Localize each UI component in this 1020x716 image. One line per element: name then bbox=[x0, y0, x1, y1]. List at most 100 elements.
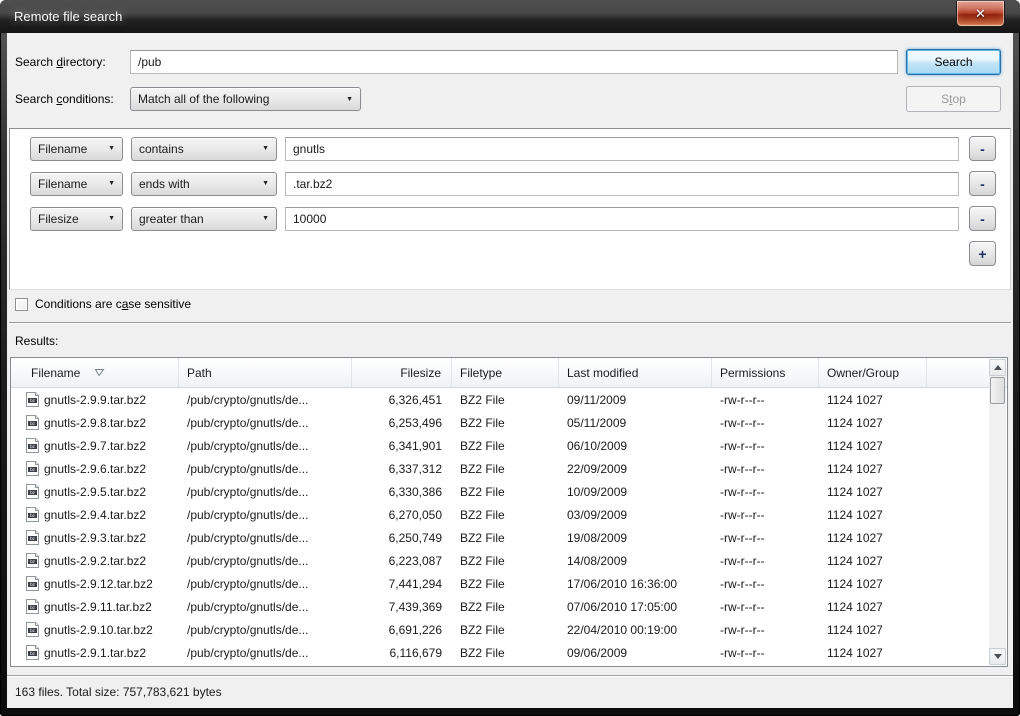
scrollbar-down-button[interactable] bbox=[989, 648, 1006, 665]
filesize-cell: 6,250,749 bbox=[352, 526, 452, 549]
permissions-cell: -rw-r--r-- bbox=[712, 411, 819, 434]
column-header-permissions[interactable]: Permissions bbox=[712, 358, 819, 387]
remove-condition-button[interactable]: - bbox=[969, 171, 996, 196]
table-row[interactable]: bz gnutls-2.9.9.tar.bz2 /pub/crypto/gnut… bbox=[11, 388, 1007, 411]
filetype-cell: BZ2 File bbox=[452, 572, 559, 595]
svg-text:bz: bz bbox=[30, 605, 36, 610]
search-conditions-row: Search conditions: Match all of the foll… bbox=[15, 86, 1001, 112]
remove-condition-button[interactable]: - bbox=[969, 136, 996, 161]
owner-group-cell: 1124 1027 bbox=[819, 503, 927, 526]
bz2-file-icon: bz bbox=[26, 553, 39, 568]
triangle-down-icon bbox=[994, 654, 1002, 659]
case-sensitive-label: Conditions are case sensitive bbox=[35, 297, 191, 311]
table-row[interactable]: bz gnutls-2.9.4.tar.bz2 /pub/crypto/gnut… bbox=[11, 503, 1007, 526]
svg-text:bz: bz bbox=[30, 628, 36, 633]
last-modified-cell: 06/10/2009 bbox=[559, 434, 712, 457]
path-cell: /pub/crypto/gnutls/de... bbox=[179, 388, 352, 411]
search-button[interactable]: Search bbox=[906, 49, 1001, 75]
table-row[interactable]: bz gnutls-2.9.2.tar.bz2 /pub/crypto/gnut… bbox=[11, 549, 1007, 572]
column-header-filename[interactable]: Filename bbox=[11, 358, 179, 387]
last-modified-cell: 09/06/2009 bbox=[559, 641, 712, 664]
filename-cell: bz gnutls-2.9.3.tar.bz2 bbox=[11, 526, 179, 549]
window-title: Remote file search bbox=[14, 9, 122, 24]
column-header-last-modified[interactable]: Last modified bbox=[559, 358, 712, 387]
condition-operator-select[interactable]: greater than ▼ bbox=[131, 207, 277, 231]
owner-group-cell: 1124 1027 bbox=[819, 480, 927, 503]
table-row[interactable]: bz gnutls-2.9.3.tar.bz2 /pub/crypto/gnut… bbox=[11, 526, 1007, 549]
column-header-filetype[interactable]: Filetype bbox=[452, 358, 559, 387]
remove-condition-button[interactable]: - bbox=[969, 206, 996, 231]
title-bar[interactable]: Remote file search ✕ bbox=[0, 0, 1020, 33]
path-cell: /pub/crypto/gnutls/de... bbox=[179, 411, 352, 434]
condition-value-input[interactable]: 10000 bbox=[285, 207, 959, 231]
table-row[interactable]: bz gnutls-2.9.11.tar.bz2 /pub/crypto/gnu… bbox=[11, 595, 1007, 618]
filetype-cell: BZ2 File bbox=[452, 434, 559, 457]
condition-operator-select[interactable]: contains ▼ bbox=[131, 137, 277, 161]
table-row[interactable]: bz gnutls-2.9.5.tar.bz2 /pub/crypto/gnut… bbox=[11, 480, 1007, 503]
filetype-cell: BZ2 File bbox=[452, 411, 559, 434]
table-row[interactable]: bz gnutls-2.9.7.tar.bz2 /pub/crypto/gnut… bbox=[11, 434, 1007, 457]
permissions-cell: -rw-r--r-- bbox=[712, 595, 819, 618]
column-header-filesize[interactable]: Filesize bbox=[352, 358, 452, 387]
owner-group-cell: 1124 1027 bbox=[819, 572, 927, 595]
filetype-cell: BZ2 File bbox=[452, 388, 559, 411]
chevron-down-icon: ▼ bbox=[100, 145, 115, 152]
case-sensitive-checkbox[interactable] bbox=[15, 298, 28, 311]
condition-value-input[interactable]: .tar.bz2 bbox=[285, 172, 959, 196]
condition-operator-select[interactable]: ends with ▼ bbox=[131, 172, 277, 196]
last-modified-cell: 07/06/2010 17:05:00 bbox=[559, 595, 712, 618]
column-header-owner-group[interactable]: Owner/Group bbox=[819, 358, 927, 387]
remote-file-search-window: Remote file search ✕ Search directory: /… bbox=[0, 0, 1020, 716]
vertical-scrollbar[interactable] bbox=[989, 359, 1006, 665]
last-modified-cell: 14/08/2009 bbox=[559, 549, 712, 572]
scrollbar-up-button[interactable] bbox=[989, 359, 1006, 376]
filesize-cell: 6,223,087 bbox=[352, 549, 452, 572]
table-row[interactable]: bz gnutls-2.9.10.tar.bz2 /pub/crypto/gnu… bbox=[11, 618, 1007, 641]
last-modified-cell: 03/09/2009 bbox=[559, 503, 712, 526]
last-modified-cell: 10/09/2009 bbox=[559, 480, 712, 503]
bz2-file-icon: bz bbox=[26, 576, 39, 591]
filename-cell: bz gnutls-2.9.10.tar.bz2 bbox=[11, 618, 179, 641]
bz2-file-icon: bz bbox=[26, 599, 39, 614]
add-condition-button[interactable]: + bbox=[969, 241, 996, 266]
path-cell: /pub/crypto/gnutls/de... bbox=[179, 480, 352, 503]
svg-text:bz: bz bbox=[30, 559, 36, 564]
table-row[interactable]: bz gnutls-2.9.12.tar.bz2 /pub/crypto/gnu… bbox=[11, 572, 1007, 595]
column-header-path[interactable]: Path bbox=[179, 358, 352, 387]
chevron-down-icon: ▼ bbox=[254, 180, 269, 187]
condition-field-select[interactable]: Filename ▼ bbox=[30, 172, 123, 196]
results-table: Filename Path Filesize Filetype Last mod… bbox=[10, 357, 1008, 667]
condition-row: Filename ▼ ends with ▼ .tar.bz2 - bbox=[30, 171, 996, 196]
bz2-file-icon: bz bbox=[26, 645, 39, 660]
condition-field-select[interactable]: Filesize ▼ bbox=[30, 207, 123, 231]
owner-group-cell: 1124 1027 bbox=[819, 595, 927, 618]
owner-group-cell: 1124 1027 bbox=[819, 641, 927, 664]
scrollbar-thumb[interactable] bbox=[990, 377, 1005, 404]
permissions-cell: -rw-r--r-- bbox=[712, 641, 819, 664]
filesize-cell: 6,116,679 bbox=[352, 641, 452, 664]
dialog-body: Search directory: /pub Search Search con… bbox=[7, 33, 1013, 708]
condition-value-input[interactable]: gnutls bbox=[285, 137, 959, 161]
filename-cell: bz gnutls-2.9.9.tar.bz2 bbox=[11, 388, 179, 411]
table-row[interactable]: bz gnutls-2.9.1.tar.bz2 /pub/crypto/gnut… bbox=[11, 641, 1007, 664]
svg-text:bz: bz bbox=[30, 421, 36, 426]
bz2-file-icon: bz bbox=[26, 461, 39, 476]
permissions-cell: -rw-r--r-- bbox=[712, 503, 819, 526]
path-cell: /pub/crypto/gnutls/de... bbox=[179, 595, 352, 618]
chevron-down-icon: ▼ bbox=[254, 145, 269, 152]
filesize-cell: 6,270,050 bbox=[352, 503, 452, 526]
sort-descending-icon bbox=[94, 368, 105, 377]
table-row[interactable]: bz gnutls-2.9.6.tar.bz2 /pub/crypto/gnut… bbox=[11, 457, 1007, 480]
filename-cell: bz gnutls-2.9.8.tar.bz2 bbox=[11, 411, 179, 434]
condition-field-select[interactable]: Filename ▼ bbox=[30, 137, 123, 161]
table-row[interactable]: bz gnutls-2.9.8.tar.bz2 /pub/crypto/gnut… bbox=[11, 411, 1007, 434]
close-button[interactable]: ✕ bbox=[956, 1, 1005, 27]
owner-group-cell: 1124 1027 bbox=[819, 618, 927, 641]
match-mode-select[interactable]: Match all of the following ▼ bbox=[130, 87, 361, 111]
filename-cell: bz gnutls-2.9.11.tar.bz2 bbox=[11, 595, 179, 618]
filetype-cell: BZ2 File bbox=[452, 480, 559, 503]
search-directory-input[interactable]: /pub bbox=[130, 50, 898, 74]
stop-button[interactable]: Stop bbox=[906, 86, 1001, 112]
bz2-file-icon: bz bbox=[26, 392, 39, 407]
chevron-down-icon: ▼ bbox=[100, 180, 115, 187]
